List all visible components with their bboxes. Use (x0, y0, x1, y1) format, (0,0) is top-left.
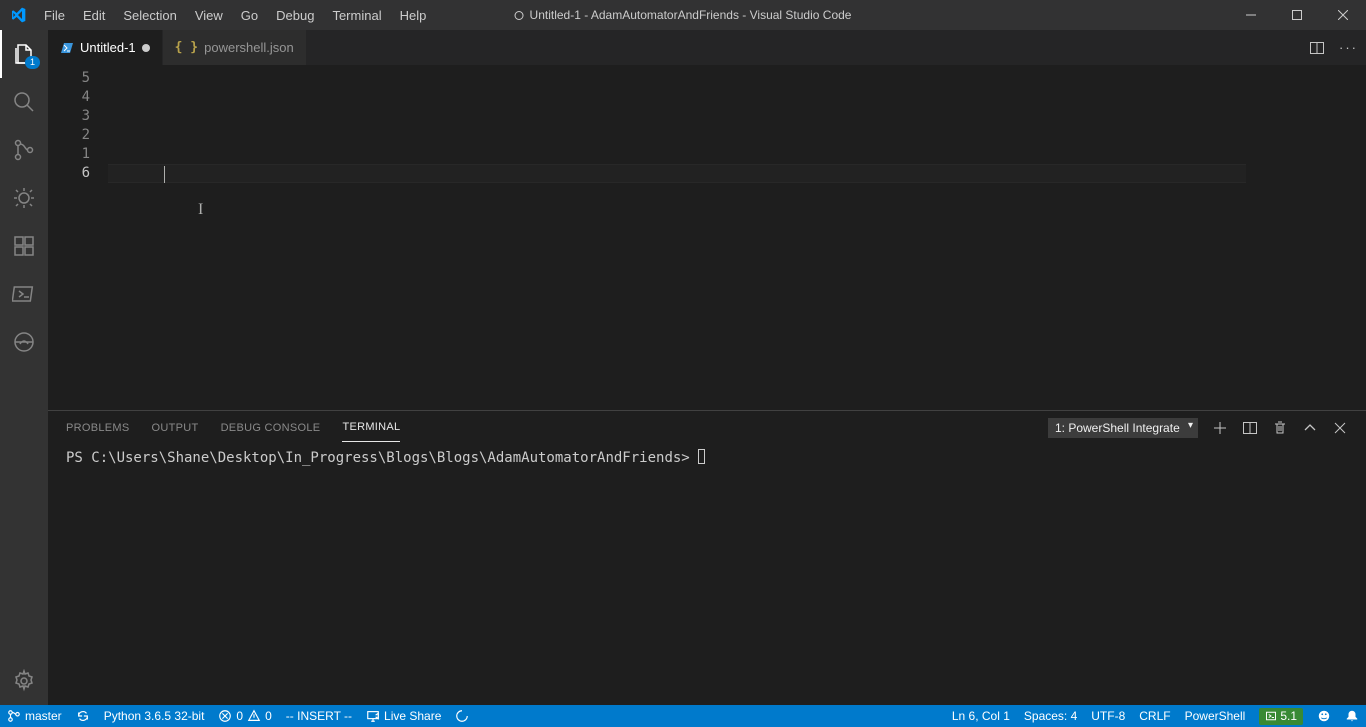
more-actions-button[interactable]: ··· (1339, 40, 1358, 55)
tab-powershell-json[interactable]: { } powershell.json (163, 30, 307, 65)
activity-search[interactable] (0, 78, 48, 126)
tab-label: powershell.json (204, 40, 294, 55)
tab-untitled-1[interactable]: Untitled-1 (48, 30, 163, 65)
status-sync[interactable] (69, 705, 97, 727)
status-problems[interactable]: 0 0 (211, 705, 278, 727)
window-title-text: Untitled-1 - AdamAutomatorAndFriends - V… (530, 8, 852, 22)
titlebar: File Edit Selection View Go Debug Termin… (0, 0, 1366, 30)
menu-edit[interactable]: Edit (74, 0, 114, 30)
explorer-badge: 1 (25, 56, 40, 69)
activity-powershell[interactable] (0, 270, 48, 318)
json-file-icon: { } (175, 40, 198, 55)
activity-settings[interactable] (0, 657, 48, 705)
window-title: Untitled-1 - AdamAutomatorAndFriends - V… (515, 8, 852, 22)
status-live-share[interactable]: Live Share (359, 705, 448, 727)
dirty-dot-icon (142, 44, 150, 52)
menu-debug[interactable]: Debug (267, 0, 323, 30)
panel: PROBLEMS OUTPUT DEBUG CONSOLE TERMINAL 1… (48, 410, 1366, 705)
status-ps-version[interactable]: 5.1 (1252, 705, 1310, 727)
minimap[interactable] (1246, 65, 1366, 410)
editor-cursor-icon (164, 166, 165, 183)
line-gutter: 5 4 3 2 1 6 (48, 65, 108, 410)
window-controls (1228, 0, 1366, 30)
maximize-button[interactable] (1274, 0, 1320, 30)
menu-view[interactable]: View (186, 0, 232, 30)
status-language[interactable]: PowerShell (1178, 705, 1253, 727)
maximize-panel-button[interactable] (1302, 420, 1318, 436)
dirty-dot-icon (515, 11, 524, 20)
activity-bar: 1 (0, 30, 48, 705)
kill-terminal-button[interactable] (1272, 420, 1288, 436)
powershell-file-icon (60, 41, 74, 55)
menu-terminal[interactable]: Terminal (323, 0, 390, 30)
close-button[interactable] (1320, 0, 1366, 30)
minimize-button[interactable] (1228, 0, 1274, 30)
panel-tab-problems[interactable]: PROBLEMS (66, 414, 130, 442)
activity-debug[interactable] (0, 174, 48, 222)
statusbar: master Python 3.6.5 32-bit 0 0 -- INSERT… (0, 705, 1366, 727)
panel-tabs: PROBLEMS OUTPUT DEBUG CONSOLE TERMINAL 1… (48, 411, 1366, 444)
status-vim-mode[interactable]: -- INSERT -- (279, 705, 359, 727)
tab-label: Untitled-1 (80, 40, 136, 55)
panel-tab-debug-console[interactable]: DEBUG CONSOLE (221, 414, 321, 442)
new-terminal-button[interactable] (1212, 420, 1228, 436)
status-eol[interactable]: CRLF (1132, 705, 1177, 727)
editor-tabs: Untitled-1 { } powershell.json ··· (48, 30, 1366, 65)
split-terminal-button[interactable] (1242, 420, 1258, 436)
menu-go[interactable]: Go (232, 0, 267, 30)
panel-tab-output[interactable]: OUTPUT (152, 414, 199, 442)
panel-tab-terminal[interactable]: TERMINAL (342, 413, 400, 442)
vscode-logo-icon (0, 7, 35, 23)
editor-area[interactable]: 5 4 3 2 1 6 I (48, 65, 1366, 410)
activity-extensions[interactable] (0, 222, 48, 270)
terminal-selector[interactable]: 1: PowerShell Integrate (1048, 418, 1198, 438)
status-encoding[interactable]: UTF-8 (1084, 705, 1132, 727)
code-area[interactable] (108, 65, 1246, 410)
status-feedback[interactable] (1310, 705, 1338, 727)
menu-file[interactable]: File (35, 0, 74, 30)
terminal-cursor-icon (698, 449, 705, 464)
activity-scm[interactable] (0, 126, 48, 174)
status-notifications[interactable] (1338, 705, 1366, 727)
close-panel-button[interactable] (1332, 420, 1348, 436)
activity-explorer[interactable]: 1 (0, 30, 48, 78)
terminal-prompt: PS C:\Users\Shane\Desktop\In_Progress\Bl… (66, 450, 698, 466)
terminal-body[interactable]: PS C:\Users\Shane\Desktop\In_Progress\Bl… (48, 444, 1366, 705)
activity-liveshare[interactable] (0, 318, 48, 366)
text-cursor-icon: I (198, 201, 203, 219)
status-ln-col[interactable]: Ln 6, Col 1 (945, 705, 1017, 727)
status-branch[interactable]: master (0, 705, 69, 727)
split-editor-button[interactable] (1309, 40, 1325, 56)
status-spaces[interactable]: Spaces: 4 (1017, 705, 1084, 727)
menu-bar: File Edit Selection View Go Debug Termin… (35, 0, 435, 30)
menu-selection[interactable]: Selection (114, 0, 185, 30)
status-loading (448, 705, 476, 727)
editor-group: Untitled-1 { } powershell.json ··· 5 4 3… (48, 30, 1366, 705)
status-python[interactable]: Python 3.6.5 32-bit (97, 705, 212, 727)
menu-help[interactable]: Help (391, 0, 436, 30)
